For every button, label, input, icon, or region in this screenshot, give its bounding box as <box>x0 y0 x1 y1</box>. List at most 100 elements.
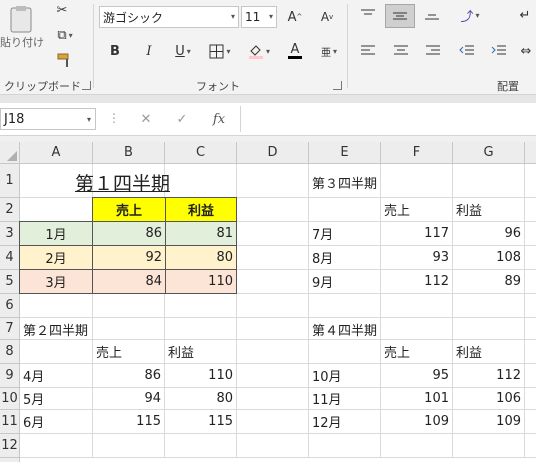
cell[interactable] <box>525 340 536 364</box>
bold-button[interactable]: B <box>104 40 126 62</box>
cell[interactable] <box>525 388 536 410</box>
font-dialog-launcher[interactable] <box>333 81 342 90</box>
cell[interactable] <box>237 222 309 246</box>
q3-sales[interactable]: 93 <box>381 246 453 270</box>
q2-sales[interactable]: 94 <box>93 388 165 410</box>
align-right-button[interactable] <box>420 40 446 62</box>
cell[interactable] <box>309 340 381 364</box>
q3-profit[interactable]: 89 <box>453 270 525 294</box>
cell[interactable] <box>93 294 165 318</box>
cell[interactable] <box>20 198 93 222</box>
row-header-6[interactable]: 6 <box>0 294 20 318</box>
cell[interactable] <box>525 364 536 388</box>
cell[interactable] <box>525 246 536 270</box>
cell[interactable] <box>381 164 453 198</box>
paste-button[interactable]: 貼り付け <box>0 0 44 56</box>
cell[interactable] <box>237 388 309 410</box>
cell[interactable] <box>237 434 309 458</box>
cell[interactable] <box>453 294 525 318</box>
q3-profit[interactable]: 96 <box>453 222 525 246</box>
cell[interactable] <box>93 318 165 340</box>
formula-input[interactable] <box>242 108 536 130</box>
q3-sales[interactable]: 112 <box>381 270 453 294</box>
q4-header-sales[interactable]: 売上 <box>381 340 453 364</box>
q1-month[interactable]: 1月 <box>19 221 93 246</box>
q1-month[interactable]: 2月 <box>19 245 93 270</box>
q2-month[interactable]: 4月 <box>20 364 93 388</box>
column-header-a[interactable]: A <box>20 142 93 164</box>
q3-profit[interactable]: 108 <box>453 246 525 270</box>
row-header-13[interactable] <box>0 458 20 462</box>
name-box[interactable]: J18 ▾ <box>0 108 96 130</box>
cell[interactable] <box>525 434 536 458</box>
cell[interactable] <box>381 434 453 458</box>
cell[interactable] <box>165 164 237 198</box>
q1-sales[interactable]: 92 <box>92 245 166 270</box>
cell[interactable] <box>309 434 381 458</box>
q2-profit[interactable]: 115 <box>165 410 237 434</box>
row-header-3[interactable]: 3 <box>0 222 20 246</box>
cell[interactable] <box>237 294 309 318</box>
cell[interactable] <box>453 318 525 340</box>
row-header-5[interactable]: 5 <box>0 270 20 294</box>
decrease-indent-button[interactable] <box>454 40 480 62</box>
q4-profit[interactable]: 106 <box>453 388 525 410</box>
increase-indent-button[interactable] <box>486 40 512 62</box>
align-bottom-button[interactable] <box>419 4 445 26</box>
merge-center-button[interactable]: ⇔ <box>516 40 536 62</box>
row-header-12[interactable]: 12 <box>0 434 20 458</box>
q2-profit[interactable]: 110 <box>165 364 237 388</box>
q4-sales[interactable]: 101 <box>381 388 453 410</box>
clipboard-dialog-launcher[interactable] <box>82 81 91 90</box>
cell[interactable] <box>237 340 309 364</box>
cell[interactable] <box>525 222 536 246</box>
cell[interactable] <box>237 246 309 270</box>
cell[interactable] <box>20 340 93 364</box>
q3-header-profit[interactable]: 利益 <box>453 198 525 222</box>
borders-button[interactable]: ▾ <box>203 40 237 62</box>
column-header-f[interactable]: F <box>381 142 453 164</box>
row-header-7[interactable]: 7 <box>0 318 20 340</box>
q3-month[interactable]: 8月 <box>309 246 381 270</box>
confirm-entry-button[interactable]: ✓ <box>170 108 194 130</box>
q2-header-sales[interactable]: 売上 <box>93 340 165 364</box>
cell[interactable] <box>237 198 309 222</box>
row-header-8[interactable]: 8 <box>0 340 20 364</box>
wrap-text-button[interactable]: ↵ <box>514 4 536 26</box>
row-header-11[interactable]: 11 <box>0 410 20 434</box>
q2-profit[interactable]: 80 <box>165 388 237 410</box>
q4-profit[interactable]: 112 <box>453 364 525 388</box>
q1-sales[interactable]: 84 <box>92 269 166 294</box>
cell[interactable] <box>309 294 381 318</box>
row-header-9[interactable]: 9 <box>0 364 20 388</box>
font-size-combo[interactable]: 11 ▾ <box>241 6 277 28</box>
column-header-e[interactable]: E <box>309 142 381 164</box>
q2-sales[interactable]: 115 <box>93 410 165 434</box>
font-color-button[interactable]: A <box>278 40 312 62</box>
cell[interactable] <box>453 434 525 458</box>
q3-month[interactable]: 7月 <box>309 222 381 246</box>
q1-profit[interactable]: 80 <box>165 245 237 270</box>
insert-function-button[interactable]: fx <box>205 108 233 130</box>
q2-month[interactable]: 5月 <box>20 388 93 410</box>
q4-sales[interactable]: 109 <box>381 410 453 434</box>
row-header-10[interactable]: 10 <box>0 388 20 410</box>
q1-profit[interactable]: 81 <box>165 221 237 246</box>
cell[interactable] <box>453 164 525 198</box>
row-header-2[interactable]: 2 <box>0 198 20 222</box>
q4-month[interactable]: 10月 <box>309 364 381 388</box>
cell[interactable] <box>525 164 536 198</box>
fill-color-button[interactable]: ▾ <box>242 40 276 62</box>
q4-profit[interactable]: 109 <box>453 410 525 434</box>
cell[interactable] <box>381 294 453 318</box>
orientation-button[interactable]: ⤴ ▾ <box>452 4 488 26</box>
cell[interactable] <box>237 318 309 340</box>
cell[interactable] <box>237 270 309 294</box>
q2-sales[interactable]: 86 <box>93 364 165 388</box>
cell[interactable] <box>93 434 165 458</box>
q2-month[interactable]: 6月 <box>20 410 93 434</box>
italic-button[interactable]: I <box>138 40 160 62</box>
cell[interactable] <box>525 410 536 434</box>
cell[interactable] <box>237 410 309 434</box>
q1-month[interactable]: 3月 <box>19 269 93 294</box>
